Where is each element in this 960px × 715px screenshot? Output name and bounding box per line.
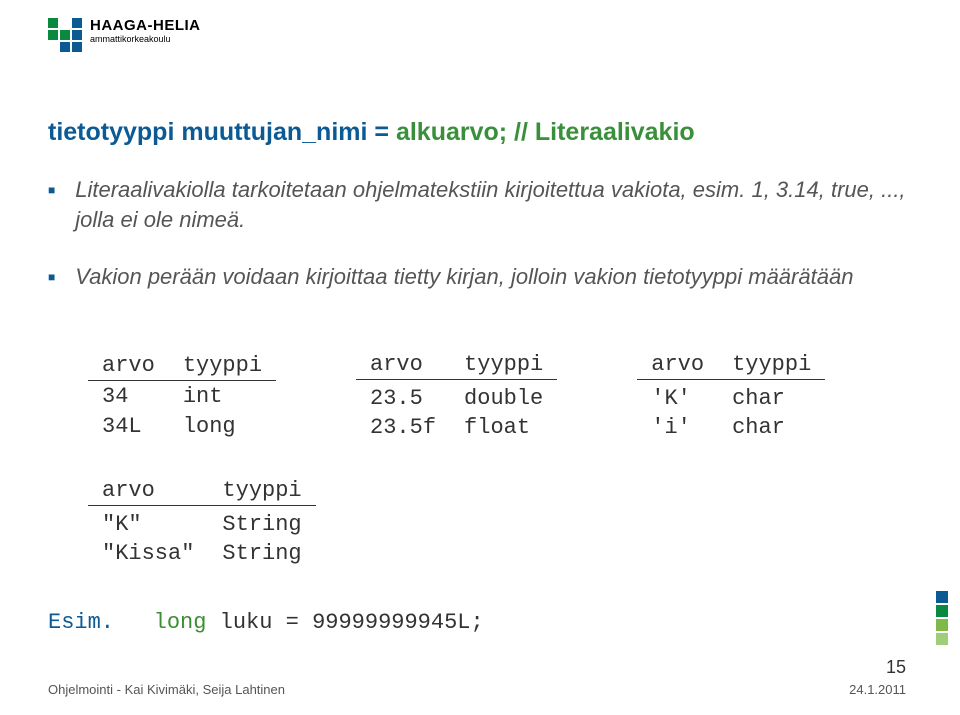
list-item: ■ Vakion perään voidaan kirjoittaa tiett… — [48, 262, 918, 292]
table-row: 23.5 double — [356, 384, 557, 413]
table-types-string: arvo tyyppi "K" String "Kissa" String — [88, 476, 316, 568]
slide-date: 24.1.2011 — [849, 682, 906, 697]
table-types-char: arvo tyyppi 'K' char 'i' char — [637, 350, 825, 442]
tables-row: arvo tyyppi 34 int 34L long arvo tyyppi … — [88, 350, 825, 442]
table-header: arvo — [88, 350, 169, 381]
table-row: 'i' char — [637, 413, 825, 442]
logo: HAAGA-HELIA ammattikorkeakoulu — [48, 18, 201, 52]
table-row: "K" String — [88, 510, 316, 539]
cell: long — [169, 412, 276, 442]
table-types-double: arvo tyyppi 23.5 double 23.5f float — [356, 350, 557, 442]
slide-title: tietotyyppi muuttujan_nimi = alkuarvo; /… — [48, 118, 695, 147]
table-header: tyyppi — [450, 350, 557, 380]
title-part1: tietotyyppi muuttujan_nimi = — [48, 118, 396, 146]
table-row: arvo tyyppi — [356, 350, 557, 380]
slide-number: 15 — [849, 657, 906, 678]
title-part2: alkuarvo; // Literaalivakio — [396, 118, 695, 146]
cell: double — [450, 384, 557, 413]
example-label: Esim. — [48, 610, 114, 635]
cell: String — [208, 510, 315, 539]
table-header: tyyppi — [169, 350, 276, 381]
logo-name: HAAGA-HELIA — [90, 18, 201, 33]
table-row: arvo tyyppi — [88, 350, 276, 381]
example-code: Esim. long luku = 99999999945L; — [48, 610, 484, 635]
cell: 23.5 — [356, 384, 450, 413]
corner-squares-icon — [936, 591, 948, 645]
cell: float — [450, 413, 557, 442]
cell: "Kissa" — [88, 539, 208, 568]
table-header: arvo — [637, 350, 718, 380]
table-row: 'K' char — [637, 384, 825, 413]
logo-sub: ammattikorkeakoulu — [90, 35, 201, 44]
code-text: luku = — [206, 610, 312, 635]
bullet-list: ■ Literaalivakiolla tarkoitetaan ohjelma… — [48, 175, 918, 320]
bullet-text: Vakion perään voidaan kirjoittaa tietty … — [75, 262, 918, 292]
cell: int — [169, 381, 276, 412]
table-row: 34L long — [88, 412, 276, 442]
table-header: arvo — [88, 476, 208, 506]
footer-credit: Ohjelmointi - Kai Kivimäki, Seija Lahtin… — [48, 682, 285, 697]
table-header: arvo — [356, 350, 450, 380]
cell: 'K' — [637, 384, 718, 413]
code-text: ; — [471, 610, 484, 635]
cell: 34 — [88, 381, 169, 412]
cell: 'i' — [637, 413, 718, 442]
bullet-icon: ■ — [48, 270, 55, 284]
table-row: 34 int — [88, 381, 276, 412]
cell: 34L — [88, 412, 169, 442]
table-row: arvo tyyppi — [637, 350, 825, 380]
logo-mark-icon — [48, 18, 82, 52]
table-header: tyyppi — [718, 350, 825, 380]
footer-right: 15 24.1.2011 — [849, 657, 906, 697]
cell: 23.5f — [356, 413, 450, 442]
cell: char — [718, 384, 825, 413]
bullet-icon: ■ — [48, 183, 55, 197]
bullet-text: Literaalivakiolla tarkoitetaan ohjelmate… — [75, 175, 918, 234]
table-row: arvo tyyppi — [88, 476, 316, 506]
cell: char — [718, 413, 825, 442]
table-row: "Kissa" String — [88, 539, 316, 568]
keyword: long — [154, 610, 207, 635]
table-header: tyyppi — [208, 476, 315, 506]
cell: "K" — [88, 510, 208, 539]
code-literal: 99999999945L — [312, 610, 470, 635]
table-types-int: arvo tyyppi 34 int 34L long — [88, 350, 276, 442]
cell: String — [208, 539, 315, 568]
table-row: 23.5f float — [356, 413, 557, 442]
list-item: ■ Literaalivakiolla tarkoitetaan ohjelma… — [48, 175, 918, 234]
